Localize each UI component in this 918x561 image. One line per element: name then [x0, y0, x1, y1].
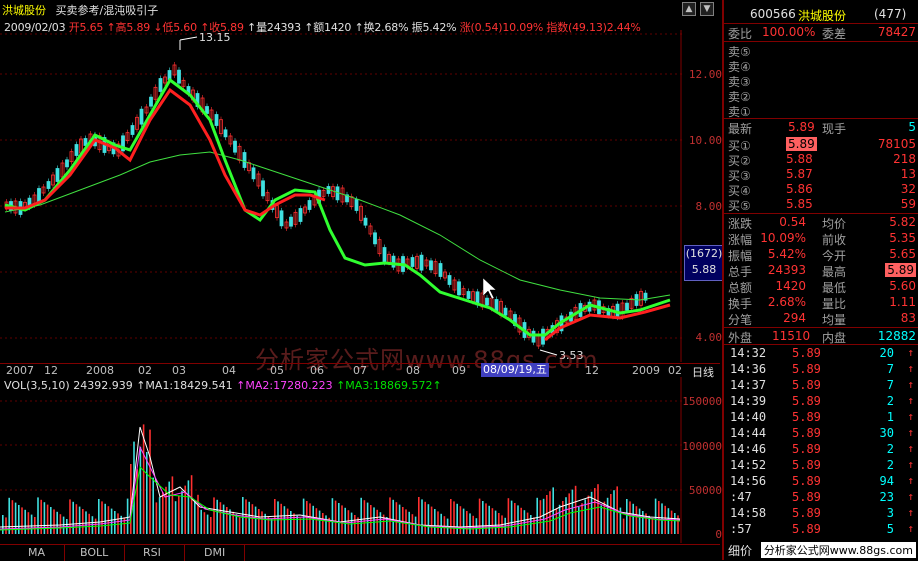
tab-ma[interactable]: MA: [28, 546, 45, 559]
stat-row: 分笔 294 均量 83: [728, 311, 916, 327]
ma-slow-line: [4, 77, 671, 337]
ma-long-line: [4, 151, 671, 301]
tab-dmi[interactable]: DMI: [204, 546, 225, 559]
date-axis: 2007 12 2008 02 03 04 05 06 07 08 09 12 …: [0, 363, 720, 380]
volume-chart[interactable]: [0, 377, 682, 543]
buy-row: 买② 5.88 218: [728, 152, 916, 168]
stat-row: 振幅 5.42% 今开 5.65: [728, 247, 916, 263]
waipan-row: 外盘 11510 内盘 12882: [728, 329, 916, 345]
indicator-tabs: MA BOLL RSI DMI: [0, 544, 720, 561]
price-axis-4: 4.00: [695, 331, 723, 344]
buy-row: 买③ 5.87 13: [728, 167, 916, 183]
stat-row: 涨跌 0.54 均价 5.82: [728, 215, 916, 231]
panel-header: 600566 洪城股份 (477): [728, 7, 916, 23]
tick-row: 14:56 5.89 94 ↑: [730, 474, 914, 488]
sell-row: 卖②: [728, 90, 751, 104]
tick-row: 14:46 5.89 2 ↑: [730, 442, 914, 456]
buy-row: 买④ 5.86 32: [728, 182, 916, 198]
tick-row: 14:44 5.89 30 ↑: [730, 426, 914, 440]
tick-row: 14:58 5.89 3 ↑: [730, 506, 914, 520]
price-axis-10: 10.00: [688, 134, 722, 147]
mouse-cursor-icon: [482, 277, 497, 300]
period-label[interactable]: 日线: [692, 364, 714, 380]
tick-row: 14:36 5.89 7 ↑: [730, 362, 914, 376]
vol-axis-150000: 150000: [682, 395, 722, 408]
tab-rsi[interactable]: RSI: [143, 546, 161, 559]
buy-row: 买① 5.89 78105: [728, 137, 916, 153]
latest-row: 最新 5.89 现手 5: [728, 120, 916, 136]
vol-axis-100000: 100000: [682, 440, 722, 453]
stat-row: 涨幅 10.09% 前收 5.35: [728, 231, 916, 247]
sell-row: 卖③: [728, 75, 751, 89]
price-chart[interactable]: 13.15 3.53: [0, 0, 682, 362]
tick-row: :57 5.89 5 ↑: [730, 522, 914, 536]
cursor-date-tag: 08/09/19,五: [481, 363, 549, 377]
tick-row: :47 5.89 23 ↑: [730, 490, 914, 504]
scroll-up-button[interactable]: ▲: [682, 2, 696, 16]
stat-row: 总手 24393 最高 5.89: [728, 263, 916, 279]
ma-fast-line: [5, 87, 326, 217]
peak-label: 13.15: [199, 31, 231, 44]
panel-stock-name: 洪城股份: [798, 9, 847, 23]
sell-row: 卖④: [728, 60, 751, 74]
quote-panel: 600566 洪城股份 (477) 委比 100.00% 委差 78427 卖⑤…: [722, 0, 918, 560]
sell-row: 卖⑤: [728, 45, 751, 59]
weibi-row: 委比 100.00% 委差 78427: [728, 25, 916, 41]
buy-row: 买⑤ 5.85 59: [728, 197, 916, 213]
panel-rank: (477): [874, 7, 907, 21]
vol-axis-50000: 50000: [688, 484, 722, 497]
sell-row: 卖①: [728, 105, 751, 119]
stat-row: 换手 2.68% 量比 1.11: [728, 295, 916, 311]
tab-boll[interactable]: BOLL: [80, 546, 108, 559]
footer-watermark: 分析家公式网www.88gs.com: [760, 542, 916, 558]
current-price-box: (1672) 5.88: [684, 245, 724, 281]
tick-row: 14:40 5.89 1 ↑: [730, 410, 914, 424]
price-axis-12: 12.00: [688, 68, 722, 81]
tick-row: 14:39 5.89 2 ↑: [730, 394, 914, 408]
tick-row: 14:32 5.89 20 ↑: [730, 346, 914, 360]
vol-axis-0: 0: [715, 528, 722, 541]
price-axis-8: 8.00: [695, 200, 723, 213]
scroll-down-button[interactable]: ▼: [700, 2, 714, 16]
stat-row: 总额 1420 最低 5.60: [728, 279, 916, 295]
stock-code: 600566: [750, 7, 796, 21]
tick-row: 14:37 5.89 7 ↑: [730, 378, 914, 392]
tick-row: 14:52 5.89 2 ↑: [730, 458, 914, 472]
